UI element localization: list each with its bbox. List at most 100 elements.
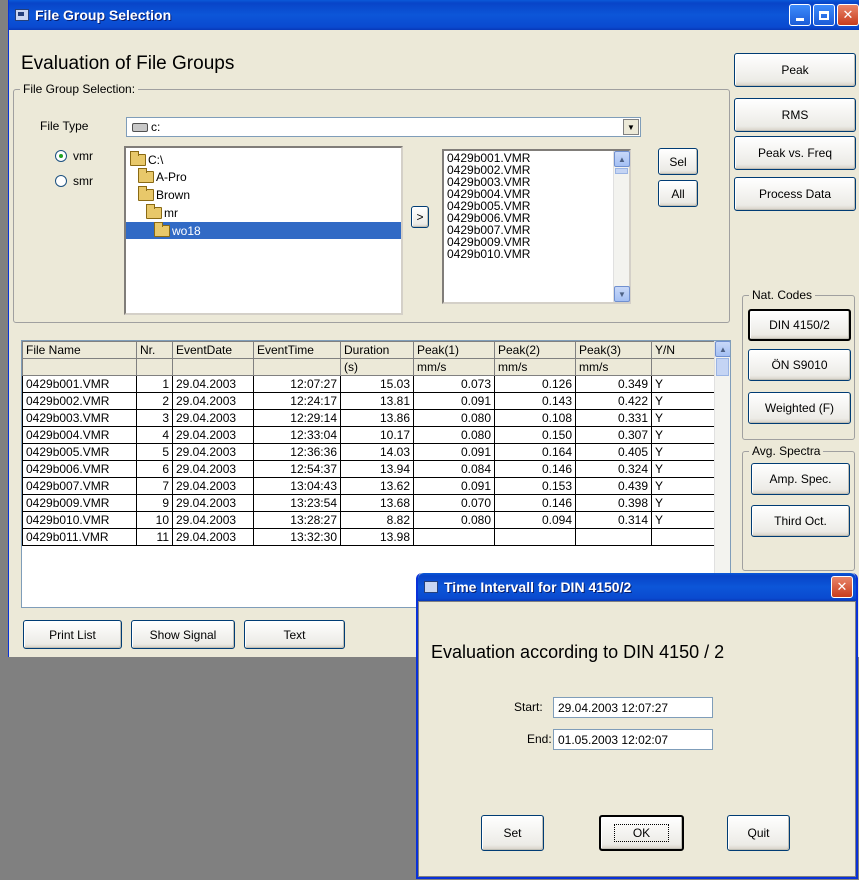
peak-vs-freq-label: Peak vs. Freq	[757, 146, 833, 160]
scroll-up-icon[interactable]: ▲	[715, 341, 730, 357]
file-list-item[interactable]: 0429b010.VMR	[444, 248, 629, 260]
tree-item-wo18[interactable]: wo18	[126, 221, 401, 239]
column-header[interactable]: EventTime	[253, 341, 341, 359]
table-row[interactable]: 0429b005.VMR 5 29.04.2003 12:36:36 14.03 0.09…	[22, 443, 715, 461]
dialog-close-button[interactable]: ✕	[831, 576, 853, 598]
rms-button[interactable]: RMS	[734, 98, 856, 132]
table-row[interactable]: 0429b007.VMR 7 29.04.2003 13:04:43 13.62 0.09…	[22, 477, 715, 495]
third-oct-button[interactable]: Third Oct.	[751, 505, 850, 537]
folder-open-icon	[154, 221, 170, 237]
tree-item-root[interactable]: C:\	[130, 150, 163, 168]
table-row[interactable]: 0429b006.VMR 6 29.04.2003 12:54:37 13.94 0.08…	[22, 460, 715, 478]
table-cell: 13:32:30	[253, 528, 341, 546]
print-list-button[interactable]: Print List	[23, 620, 122, 649]
file-table: File Name Nr. EventDate EventTime Duration Pe…	[22, 341, 715, 546]
table-cell: 11	[136, 528, 173, 546]
column-header[interactable]: Peak(3)	[575, 341, 652, 359]
maximize-button[interactable]	[813, 4, 835, 26]
tree-item-apro[interactable]: A-Pro	[138, 167, 187, 185]
table-cell: 13.81	[340, 392, 414, 410]
table-row[interactable]: 0429b004.VMR 4 29.04.2003 12:33:04 10.17 0.08…	[22, 426, 715, 444]
scroll-thumb[interactable]	[615, 168, 628, 174]
table-cell: 0.080	[413, 409, 495, 427]
scroll-thumb[interactable]	[716, 358, 729, 376]
amp-spec-button[interactable]: Amp. Spec.	[751, 463, 850, 495]
table-scrollbar[interactable]: ▲	[714, 341, 730, 607]
tree-item-brown[interactable]: Brown	[138, 185, 190, 203]
sel-button[interactable]: Sel	[658, 148, 698, 175]
text-button[interactable]: Text	[244, 620, 345, 649]
table-cell: Y	[651, 477, 715, 495]
table-cell: 13.86	[340, 409, 414, 427]
table-cell: 0.146	[494, 460, 576, 478]
table-cell: Y	[651, 392, 715, 410]
column-header[interactable]: File Name	[22, 341, 137, 359]
table-cell: 0.422	[575, 392, 652, 410]
table-row[interactable]: 0429b011.VMR 11 29.04.2003 13:32:30 13.98	[22, 528, 715, 546]
table-row[interactable]: 0429b002.VMR 2 29.04.2003 12:24:17 13.81 0.09…	[22, 392, 715, 410]
peak-vs-freq-button[interactable]: Peak vs. Freq	[734, 136, 856, 170]
process-data-button[interactable]: Process Data	[734, 177, 856, 211]
tree-item-mr[interactable]: mr	[146, 203, 178, 221]
table-cell: 13.98	[340, 528, 414, 546]
table-cell: 0429b004.VMR	[22, 426, 137, 444]
table-cell: 0.108	[494, 409, 576, 427]
quit-button[interactable]: Quit	[727, 815, 790, 851]
dialog-title-bar[interactable]: Time Intervall for DIN 4150/2 ✕	[418, 573, 856, 601]
table-row[interactable]: 0429b003.VMR 3 29.04.2003 12:29:14 13.86 0.08…	[22, 409, 715, 427]
onorm-button[interactable]: ÖN S9010	[748, 349, 851, 381]
chevron-down-icon[interactable]: ▼	[623, 119, 639, 135]
radio-vmr[interactable]: vmr	[55, 149, 93, 163]
drive-combo[interactable]: c: ▼	[126, 117, 641, 137]
sel-button-label: Sel	[669, 154, 687, 169]
column-header[interactable]: EventDate	[172, 341, 254, 359]
all-button[interactable]: All	[658, 180, 698, 207]
table-cell: 13:28:27	[253, 511, 341, 529]
table-row[interactable]: 0429b001.VMR 1 29.04.2003 12:07:27 15.03 0.07…	[22, 375, 715, 393]
folder-open-icon	[138, 185, 154, 201]
table-cell	[413, 528, 495, 546]
table-row[interactable]: 0429b010.VMR 10 29.04.2003 13:28:27 8.82 0.08…	[22, 511, 715, 529]
column-header[interactable]: Peak(1)	[413, 341, 495, 359]
table-cell: 0.164	[494, 443, 576, 461]
unit-cell: mm/s	[575, 358, 652, 376]
table-row[interactable]: 0429b009.VMR 9 29.04.2003 13:23:54 13.68 0.07…	[22, 494, 715, 512]
end-label: End:	[527, 732, 552, 746]
start-input[interactable]	[553, 697, 713, 718]
file-group-legend: File Group Selection:	[20, 82, 139, 96]
set-button[interactable]: Set	[481, 815, 544, 851]
file-list-scrollbar[interactable]: ▲ ▼	[613, 151, 630, 302]
close-button[interactable]: ✕	[837, 4, 859, 26]
table-cell: 0.091	[413, 477, 495, 495]
radio-smr[interactable]: smr	[55, 174, 93, 188]
table-cell: 7	[136, 477, 173, 495]
table-cell: Y	[651, 443, 715, 461]
nat-codes-legend: Nat. Codes	[749, 288, 816, 302]
unit-cell: mm/s	[413, 358, 495, 376]
weighted-button[interactable]: Weighted (F)	[748, 392, 851, 424]
column-header[interactable]: Y/N	[651, 341, 715, 359]
table-cell: 0.439	[575, 477, 652, 495]
column-header[interactable]: Duration	[340, 341, 414, 359]
radio-vmr-circle	[55, 150, 67, 162]
table-cell: 0429b009.VMR	[22, 494, 137, 512]
print-list-label: Print List	[49, 627, 96, 642]
end-input[interactable]	[553, 729, 713, 750]
minimize-button[interactable]	[789, 4, 811, 26]
peak-button[interactable]: Peak	[734, 53, 856, 87]
ok-button[interactable]: OK	[599, 815, 684, 851]
dialog-title: Time Intervall for DIN 4150/2	[444, 579, 632, 595]
scroll-down-icon[interactable]: ▼	[614, 286, 630, 302]
column-header[interactable]: Nr.	[136, 341, 173, 359]
scroll-up-icon[interactable]: ▲	[614, 151, 630, 167]
column-header[interactable]: Peak(2)	[494, 341, 576, 359]
file-listbox[interactable]: 0429b001.VMR 0429b002.VMR 0429b003.VMR 0429…	[442, 149, 631, 304]
directory-tree[interactable]: C:\ A-Pro Brown mr wo18	[124, 146, 403, 315]
table-cell: 29.04.2003	[172, 426, 254, 444]
add-files-button[interactable]: >	[411, 206, 429, 228]
table-cell: 12:33:04	[253, 426, 341, 444]
title-bar[interactable]: File Group Selection ✕	[9, 0, 859, 30]
din-4150-button[interactable]: DIN 4150/2	[748, 309, 851, 341]
table-cell: 29.04.2003	[172, 477, 254, 495]
show-signal-button[interactable]: Show Signal	[131, 620, 235, 649]
